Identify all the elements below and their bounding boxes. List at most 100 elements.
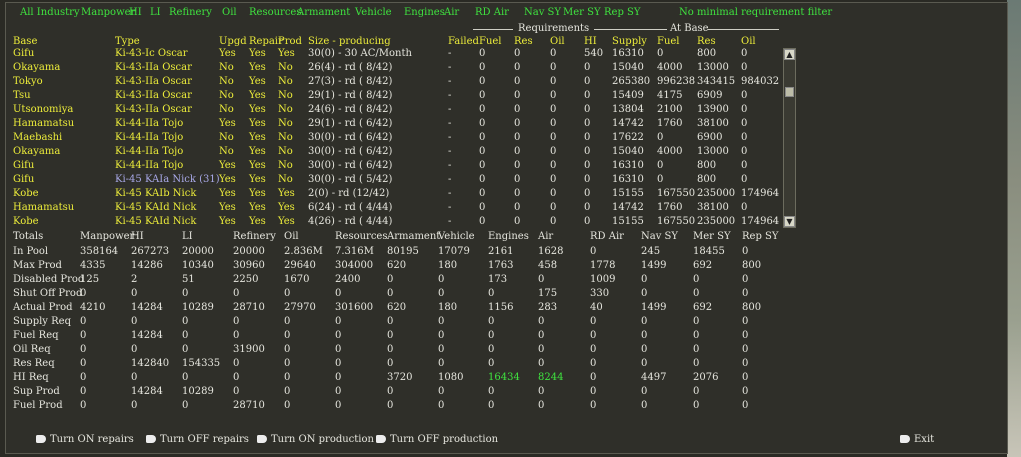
column-header-res[interactable]: Res [697,36,716,47]
table-row[interactable]: Hamamatsu Ki-45 KAId Nick Yes Yes Yes 6(24) -… [6,201,786,215]
table-row[interactable]: Maebashi Ki-44-IIa Tojo No Yes No 30(0) - rd … [6,131,786,145]
totals-value: 0 [590,386,597,397]
turn-on-repairs-button[interactable]: Turn ON repairs [36,434,134,445]
cell-hi: 0 [584,132,591,143]
table-row[interactable]: Kobe Ki-45 KAId Nick Yes Yes Yes 4(26) - rd (… [6,215,786,229]
totals-value: 0 [284,372,291,383]
scroll-up-button[interactable]: ▲ [784,49,795,60]
cell-repair: Yes [249,160,266,171]
cell-base: Utsonomiya [13,104,74,115]
column-header-prod[interactable]: Prod [278,36,302,47]
filter-armament[interactable]: Armament [297,7,350,18]
column-header-hi[interactable]: HI [584,36,597,47]
totals-value: 0 [590,372,597,383]
totals-header-engines: Engines [488,231,529,242]
filter-nav-sy[interactable]: Nav SY [524,7,561,18]
totals-value: 0 [284,344,291,355]
totals-header-oil: Oil [284,231,299,242]
cell-bres: 800 [697,48,717,59]
cell-upgd: No [219,62,234,73]
column-header-fuel[interactable]: Fuel [479,36,502,47]
totals-value: 0 [233,288,240,299]
cell-bfuel: 0 [657,160,664,171]
filter-rd-air[interactable]: RD Air [475,7,509,18]
filter-air[interactable]: Air [444,7,459,18]
filter-oil[interactable]: Oil [222,7,237,18]
totals-value: 0 [742,400,749,411]
cell-repair: Yes [249,90,266,101]
filter-refinery[interactable]: Refinery [169,7,212,18]
table-row[interactable]: Okayama Ki-44-IIa Tojo No Yes No 30(0) - rd (… [6,145,786,159]
cell-boil: 0 [741,132,748,143]
totals-value: 0 [641,400,648,411]
cell-boil: 0 [741,202,748,213]
table-row[interactable]: Utsonomiya Ki-43-IIa Oscar No Yes No 24(6) - … [6,103,786,117]
scroll-down-button[interactable]: ▼ [784,216,795,227]
totals-value: 0 [641,344,648,355]
cell-roil: 0 [550,76,557,87]
column-header-base[interactable]: Base [13,36,37,47]
filter-rep-sy[interactable]: Rep SY [604,7,640,18]
filter-mer-sy[interactable]: Mer SY [563,7,601,18]
table-row[interactable]: Tokyo Ki-43-IIa Oscar No Yes No 27(3) - rd ( … [6,75,786,89]
column-header-upgd[interactable]: Upgd [219,36,247,47]
turn-off-production-button[interactable]: Turn OFF production [376,434,498,445]
column-header-supply[interactable]: Supply [612,36,647,47]
totals-value: 0 [590,246,597,257]
totals-value: 0 [742,316,749,327]
totals-value: 0 [742,274,749,285]
filter-li[interactable]: LI [150,7,161,18]
totals-value: 0 [335,358,342,369]
totals-row: Oil Req 0 0 0 31900 0 0 0 0 0 0 0 0 0 0 [6,343,806,357]
table-row[interactable]: Gifu Ki-45 KAIa Nick (31) Yes Yes No 30(0) - … [6,173,786,187]
turn-off-repairs-button[interactable]: Turn OFF repairs [146,434,249,445]
exit-button[interactable]: Exit [900,434,934,445]
totals-value: 0 [488,316,495,327]
totals-value: 0 [335,316,342,327]
cell-repair: Yes [249,202,266,213]
totals-value: 0 [131,372,138,383]
table-row[interactable]: Hamamatsu Ki-44-IIa Tojo Yes Yes No 29(1) - r… [6,117,786,131]
filter-hi[interactable]: HI [129,7,142,18]
cell-hi: 0 [584,174,591,185]
filter-manpower[interactable]: Manpower [81,7,135,18]
column-header-size-producing[interactable]: Size - producing [308,36,391,47]
filter-engines[interactable]: Engines [404,7,445,18]
table-row[interactable]: Gifu Ki-43-Ic Oscar Yes Yes Yes 30(0) - 30 AC… [6,47,786,61]
pointing-hand-icon [36,434,46,443]
table-row[interactable]: Gifu Ki-44-IIa Tojo Yes Yes No 30(0) - rd ( 6… [6,159,786,173]
column-header-failed[interactable]: Failed [448,36,479,47]
totals-value: 125 [80,274,100,285]
table-row[interactable]: Okayama Ki-43-IIa Oscar No Yes No 26(4) - rd … [6,61,786,75]
filter-all-industry[interactable]: All Industry [20,7,80,18]
cell-rres: 0 [514,202,521,213]
column-header-oil[interactable]: Oil [550,36,565,47]
totals-value: 0 [387,316,394,327]
filter-resources[interactable]: Resources [249,7,301,18]
list-scrollbar[interactable]: ▲ ▼ [783,48,796,228]
totals-value: 0 [742,330,749,341]
totals-value: 0 [641,386,648,397]
totals-value: 17079 [438,246,470,257]
column-header-oil[interactable]: Oil [741,36,756,47]
pointing-hand-icon [376,434,386,443]
cell-bfuel: 0 [657,48,664,59]
turn-on-production-button[interactable]: Turn ON production [257,434,374,445]
cell-repair: Yes [249,118,266,129]
totals-header-air: Air [538,231,554,242]
column-header-fuel[interactable]: Fuel [657,36,680,47]
cell-supply: 15040 [612,62,644,73]
table-row[interactable]: Kobe Ki-45 KAIb Nick Yes Yes Yes 2(0) - rd (1… [6,187,786,201]
totals-value: 14284 [131,386,163,397]
totals-value: 28710 [233,400,265,411]
filter-vehicle[interactable]: Vehicle [355,7,392,18]
filter-no-minimal-requirement-filter[interactable]: No minimal requirement filter [679,7,832,18]
column-header-res[interactable]: Res [514,36,533,47]
cell-upgd: Yes [219,202,236,213]
totals-value: 0 [335,386,342,397]
table-row[interactable]: Tsu Ki-43-IIa Oscar No Yes No 29(1) - rd ( 8/… [6,89,786,103]
cell-prod: No [278,62,293,73]
scroll-thumb[interactable] [785,87,794,97]
column-header-type[interactable]: Type [115,36,140,47]
totals-value: 180 [438,302,458,313]
